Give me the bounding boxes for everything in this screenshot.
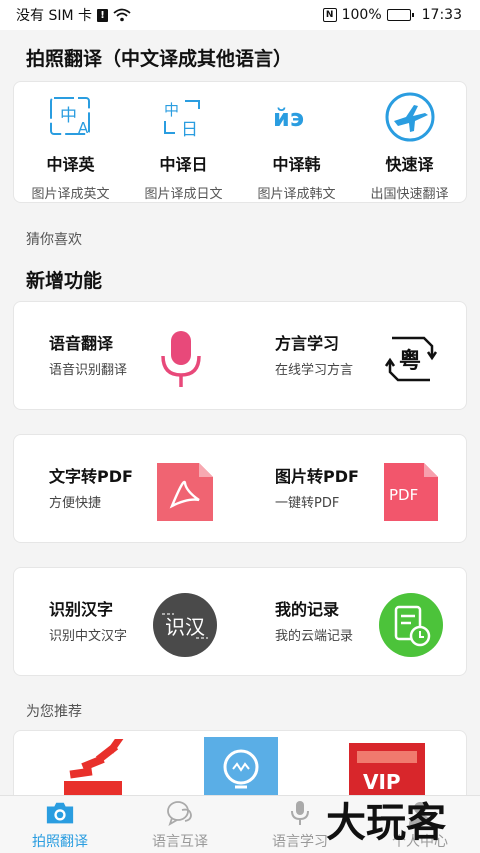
camera-icon (45, 800, 75, 826)
record-clock-icon (378, 592, 444, 658)
feature-dialect-learning[interactable]: 方言学习 在线学习方言 粤 (240, 302, 466, 409)
recommend-label: 为您推荐 (26, 704, 82, 720)
feature-title: 文字转PDF (49, 467, 133, 486)
feature-title: 识别汉字 (49, 600, 114, 619)
feature-sub: 识别中文汉字 (49, 629, 128, 644)
sim-alert-icon: ! (97, 8, 108, 22)
stack-app-icon (64, 734, 124, 795)
svg-text:识汉: 识汉 (165, 615, 205, 639)
mic-tab-icon (285, 800, 315, 826)
recommend-stack-app[interactable] (62, 734, 126, 795)
tab-photo-translate[interactable]: 拍照翻译 (0, 796, 120, 853)
tab-label: 语言互译 (152, 834, 208, 850)
status-bar: 没有 SIM 卡 ! N 100% 17:33 (0, 0, 480, 30)
lightbulb-icon (204, 737, 278, 795)
zh-ja-icon: 中 日 (154, 90, 214, 143)
svg-text:йэ: йэ (273, 104, 304, 132)
trans-item-zh-ja[interactable]: 中 日 中译日 图片译成日文 (127, 82, 240, 202)
feature-title: 我的记录 (275, 600, 340, 619)
dialect-icon: 粤 (378, 326, 444, 392)
microphone-icon (148, 326, 214, 392)
photo-translate-card: 中 A 中译英 图片译成英文 中 日 中译日 图片译成日文 йэ 中译韩 图片译… (13, 81, 467, 203)
trans-sub: 图片译成日文 (144, 187, 223, 202)
svg-text:A: A (78, 119, 89, 137)
recommend-idea-app[interactable] (204, 737, 278, 795)
feature-sub: 我的云端记录 (275, 629, 354, 644)
feature-card-1: 语音翻译 语音识别翻译 方言学习 在线学习方言 粤 (13, 301, 467, 410)
feature-sub: 语音识别翻译 (49, 363, 128, 378)
trans-sub: 图片译成韩文 (257, 187, 336, 202)
svg-text:PDF: PDF (389, 486, 418, 504)
battery-icon (386, 9, 414, 21)
trans-name: 中译韩 (272, 155, 321, 174)
trans-sub: 出国快速翻译 (370, 187, 449, 202)
feature-title: 图片转PDF (275, 467, 359, 486)
svg-text:中: 中 (60, 106, 77, 126)
feature-text-to-pdf[interactable]: 文字转PDF 方便快捷 (14, 435, 240, 542)
main-scroll[interactable]: 拍照翻译（中文译成其他语言） 中 A 中译英 图片译成英文 中 日 中译日 图片… (0, 30, 480, 795)
zh-en-icon: 中 A (41, 90, 101, 143)
photo-section-title: 拍照翻译（中文译成其他语言） (26, 48, 293, 70)
vip-icon: VIP (349, 743, 425, 795)
recommend-card: VIP (13, 730, 467, 795)
translate-bubble-icon (165, 800, 195, 826)
pdf-file-icon: PDF (378, 459, 444, 525)
feature-sub: 在线学习方言 (275, 363, 354, 378)
guess-label: 猜你喜欢 (26, 232, 82, 248)
trans-item-zh-en[interactable]: 中 A 中译英 图片译成英文 (14, 82, 127, 202)
new-features-title: 新增功能 (26, 270, 103, 292)
clock: 17:33 (421, 7, 462, 23)
trans-sub: 图片译成英文 (31, 187, 110, 202)
nfc-icon: N (322, 8, 337, 22)
feature-sub: 一键转PDF (275, 496, 340, 511)
carrier-text: 没有 SIM 卡 (16, 8, 92, 24)
svg-text:大玩客: 大玩客 (326, 800, 446, 846)
svg-text:粤: 粤 (399, 348, 421, 374)
trans-name: 快速译 (385, 155, 434, 174)
airplane-icon (380, 90, 440, 143)
battery-percent: 100% (341, 7, 382, 23)
feature-sub: 方便快捷 (49, 496, 102, 511)
feature-voice-translate[interactable]: 语音翻译 语音识别翻译 (14, 302, 240, 409)
hanzi-recognize-icon: 识汉 (152, 592, 218, 658)
feature-title: 语音翻译 (49, 334, 114, 353)
trans-name: 中译英 (46, 155, 95, 174)
feature-hanzi-recognize[interactable]: 识别汉字 识别中文汉字 识汉 (14, 568, 240, 675)
feature-image-to-pdf[interactable]: 图片转PDF 一键转PDF PDF (240, 435, 466, 542)
recommend-vip-app[interactable]: VIP (349, 743, 425, 795)
feature-my-records[interactable]: 我的记录 我的云端记录 (240, 568, 466, 675)
pdf-acrobat-icon (152, 459, 218, 525)
trans-name: 中译日 (159, 155, 208, 174)
svg-text:日: 日 (181, 120, 198, 139)
zh-ko-icon: йэ (267, 90, 327, 143)
feature-card-3: 识别汉字 识别中文汉字 识汉 我的记录 我的云端记录 (13, 567, 467, 676)
svg-text:中: 中 (164, 101, 179, 119)
trans-item-fast[interactable]: 快速译 出国快速翻译 (353, 82, 466, 202)
wifi-icon (113, 8, 131, 22)
tab-label: 拍照翻译 (32, 834, 88, 850)
tab-language-translate[interactable]: 语言互译 (120, 796, 240, 853)
trans-item-zh-ko[interactable]: йэ 中译韩 图片译成韩文 (240, 82, 353, 203)
feature-title: 方言学习 (275, 334, 340, 353)
watermark-logo: 大玩客 (326, 800, 446, 846)
feature-card-2: 文字转PDF 方便快捷 图片转PDF 一键转PDF PDF (13, 434, 467, 543)
